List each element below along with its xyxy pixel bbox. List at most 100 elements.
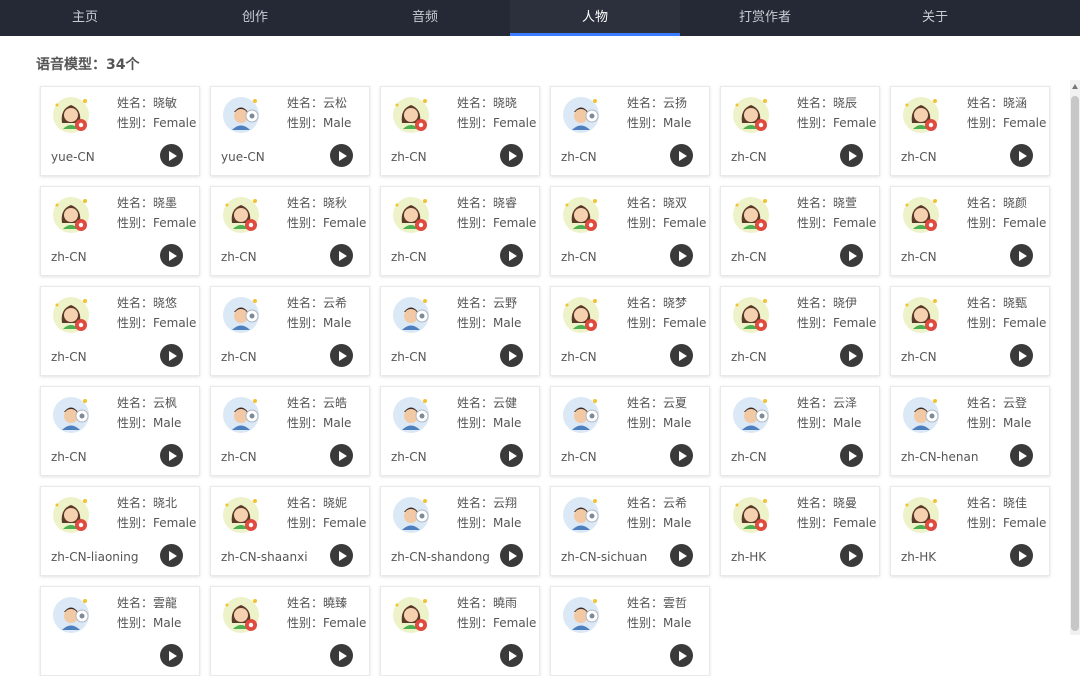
play-icon[interactable]: [670, 444, 693, 467]
play-icon[interactable]: [160, 444, 183, 467]
tab-home[interactable]: 主页: [0, 0, 170, 36]
voice-card[interactable]: 姓名：云登 性别：Male zh-CN-henan: [890, 386, 1050, 476]
play-icon[interactable]: [160, 644, 183, 667]
voice-card[interactable]: 姓名：云野 性别：Male zh-CN: [380, 286, 540, 376]
voice-gender: 性别：Female: [797, 216, 877, 230]
play-icon[interactable]: [840, 244, 863, 267]
voice-name: 姓名：晓悠: [117, 296, 178, 310]
voice-name: 姓名：晓北: [117, 496, 178, 510]
voice-card[interactable]: 姓名：晓颜 性别：Female zh-CN: [890, 186, 1050, 276]
play-icon[interactable]: [500, 144, 523, 167]
play-icon[interactable]: [840, 544, 863, 567]
play-icon[interactable]: [500, 544, 523, 567]
voice-card[interactable]: 姓名：晓佳 性别：Female zh-HK: [890, 486, 1050, 576]
voice-card[interactable]: 姓名：云扬 性别：Male zh-CN: [550, 86, 710, 176]
play-icon[interactable]: [330, 244, 353, 267]
voice-card[interactable]: 姓名：云翔 性别：Male zh-CN-shandong: [380, 486, 540, 576]
voice-info: 姓名：晓曼 性别：Female: [797, 493, 876, 533]
voice-info: 姓名：晓涵 性别：Female: [967, 93, 1046, 133]
voice-card[interactable]: 姓名：晓晓 性别：Female zh-CN: [380, 86, 540, 176]
play-icon[interactable]: [330, 544, 353, 567]
tab-donate[interactable]: 打赏作者: [680, 0, 850, 36]
voice-gender: 性别：Female: [967, 116, 1047, 130]
voice-card[interactable]: 姓名：晓双 性别：Female zh-CN: [550, 186, 710, 276]
play-icon[interactable]: [1010, 244, 1033, 267]
play-icon[interactable]: [330, 144, 353, 167]
tab-audio[interactable]: 音频: [340, 0, 510, 36]
male-avatar-icon: [51, 395, 91, 435]
voice-card[interactable]: 姓名：曉臻 性别：Female: [210, 586, 370, 676]
play-icon[interactable]: [1010, 144, 1033, 167]
voice-card[interactable]: 姓名：云枫 性别：Male zh-CN: [40, 386, 200, 476]
voice-card[interactable]: 姓名：晓涵 性别：Female zh-CN: [890, 86, 1050, 176]
voice-card[interactable]: 姓名：晓墨 性别：Female zh-CN: [40, 186, 200, 276]
voice-locale: yue-CN: [51, 150, 95, 164]
play-icon[interactable]: [330, 444, 353, 467]
tab-create[interactable]: 创作: [170, 0, 340, 36]
play-icon[interactable]: [670, 544, 693, 567]
voice-card[interactable]: 姓名：云泽 性别：Male zh-CN: [720, 386, 880, 476]
voice-card[interactable]: 姓名：晓曼 性别：Female zh-HK: [720, 486, 880, 576]
play-icon[interactable]: [160, 144, 183, 167]
voice-name: 姓名：云翔: [457, 496, 518, 510]
voice-name: 姓名：云枫: [117, 396, 178, 410]
voice-card[interactable]: 姓名：曉雨 性别：Female: [380, 586, 540, 676]
voice-card[interactable]: 姓名：晓甄 性别：Female zh-CN: [890, 286, 1050, 376]
play-icon[interactable]: [160, 244, 183, 267]
play-icon[interactable]: [840, 444, 863, 467]
voice-card[interactable]: 姓名：晓敏 性别：Female yue-CN: [40, 86, 200, 176]
voice-info: 姓名：云健 性别：Male: [457, 393, 521, 433]
play-icon[interactable]: [840, 144, 863, 167]
tab-characters[interactable]: 人物: [510, 0, 680, 36]
voice-card[interactable]: 姓名：晓辰 性别：Female zh-CN: [720, 86, 880, 176]
voice-card[interactable]: 姓名：云希 性别：Male zh-CN: [210, 286, 370, 376]
male-avatar-icon: [561, 495, 601, 535]
voice-card[interactable]: 姓名：晓北 性别：Female zh-CN-liaoning: [40, 486, 200, 576]
scroll-up-arrow[interactable]: [1072, 84, 1078, 89]
voice-card[interactable]: 姓名：云夏 性别：Male zh-CN: [550, 386, 710, 476]
voice-card[interactable]: 姓名：晓秋 性别：Female zh-CN: [210, 186, 370, 276]
voice-name: 姓名：云泽: [797, 396, 858, 410]
play-icon[interactable]: [1010, 444, 1033, 467]
voice-card[interactable]: 姓名：晓梦 性别：Female zh-CN: [550, 286, 710, 376]
voice-name: 姓名：云皓: [287, 396, 348, 410]
voice-card[interactable]: 姓名：云希 性别：Male zh-CN-sichuan: [550, 486, 710, 576]
play-icon[interactable]: [670, 244, 693, 267]
play-icon[interactable]: [670, 644, 693, 667]
voice-card[interactable]: 姓名：雲哲 性别：Male: [550, 586, 710, 676]
voice-info: 姓名：雲龍 性别：Male: [117, 593, 181, 633]
voice-card[interactable]: 姓名：晓伊 性别：Female zh-CN: [720, 286, 880, 376]
voice-gender: 性别：Female: [457, 116, 537, 130]
play-icon[interactable]: [670, 144, 693, 167]
play-icon[interactable]: [500, 344, 523, 367]
voice-info: 姓名：晓双 性别：Female: [627, 193, 706, 233]
play-icon[interactable]: [1010, 344, 1033, 367]
voice-card[interactable]: 姓名：晓妮 性别：Female zh-CN-shaanxi: [210, 486, 370, 576]
play-icon[interactable]: [840, 344, 863, 367]
play-icon[interactable]: [670, 344, 693, 367]
voice-name: 姓名：晓敏: [117, 96, 178, 110]
voice-gender: 性别：Male: [117, 416, 182, 430]
scrollbar-thumb[interactable]: [1071, 96, 1079, 631]
play-icon[interactable]: [330, 344, 353, 367]
voice-card[interactable]: 姓名：云松 性别：Male yue-CN: [210, 86, 370, 176]
voice-info: 姓名：晓佳 性别：Female: [967, 493, 1046, 533]
voice-name: 姓名：晓辰: [797, 96, 858, 110]
play-icon[interactable]: [160, 544, 183, 567]
play-icon[interactable]: [500, 444, 523, 467]
voice-card[interactable]: 姓名：云健 性别：Male zh-CN: [380, 386, 540, 476]
voice-gender: 性别：Female: [967, 216, 1047, 230]
tab-about[interactable]: 关于: [850, 0, 1020, 36]
voice-card[interactable]: 姓名：晓睿 性别：Female zh-CN: [380, 186, 540, 276]
voice-card[interactable]: 姓名：晓悠 性别：Female zh-CN: [40, 286, 200, 376]
voice-card[interactable]: 姓名：云皓 性别：Male zh-CN: [210, 386, 370, 476]
play-icon[interactable]: [330, 644, 353, 667]
voice-info: 姓名：曉臻 性别：Female: [287, 593, 366, 633]
voice-card[interactable]: 姓名：晓萱 性别：Female zh-CN: [720, 186, 880, 276]
play-icon[interactable]: [500, 644, 523, 667]
play-icon[interactable]: [500, 244, 523, 267]
play-icon[interactable]: [160, 344, 183, 367]
voice-card[interactable]: 姓名：雲龍 性别：Male: [40, 586, 200, 676]
voice-info: 姓名：晓辰 性别：Female: [797, 93, 876, 133]
play-icon[interactable]: [1010, 544, 1033, 567]
